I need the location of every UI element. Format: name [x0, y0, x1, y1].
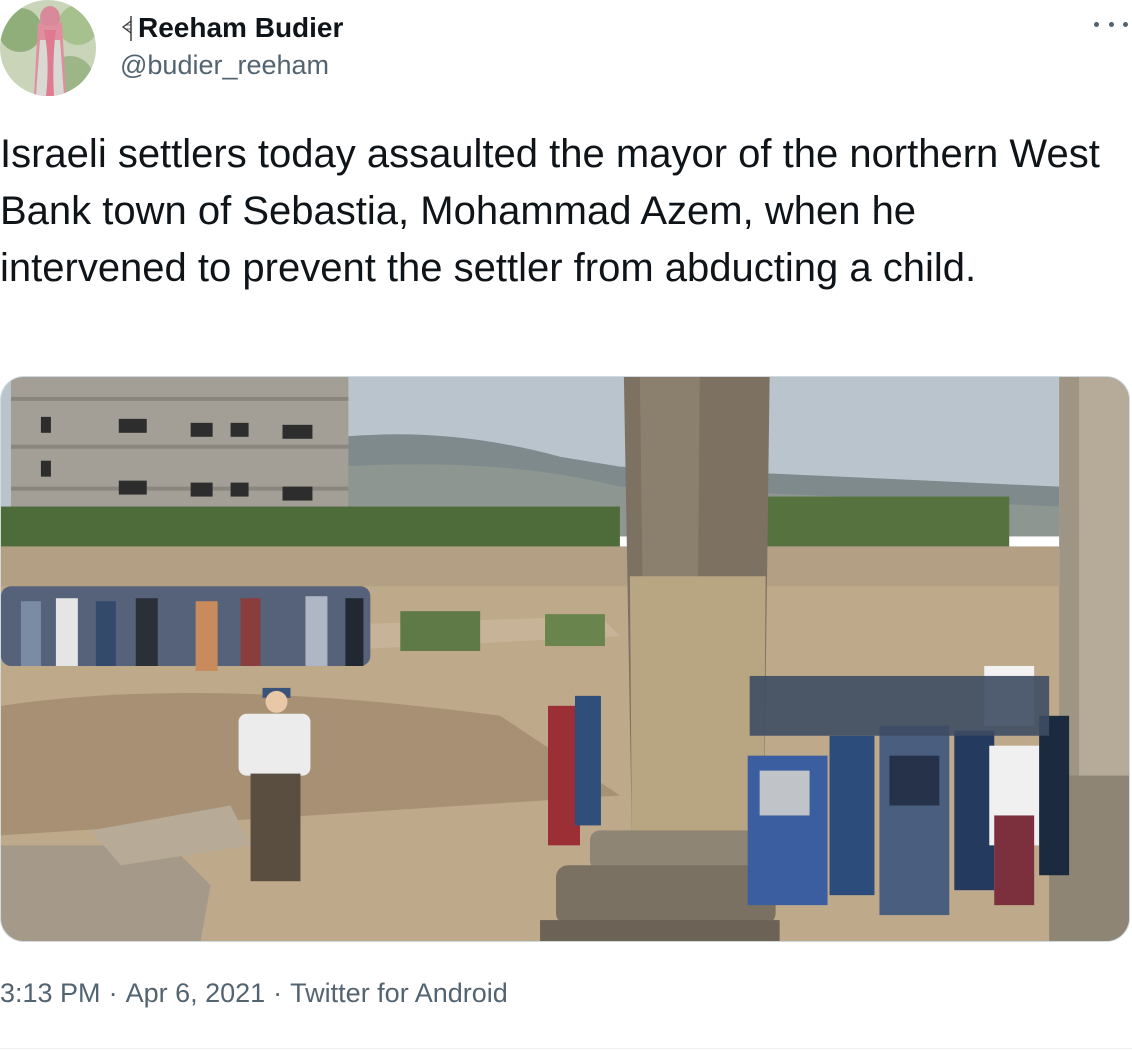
tweet-date[interactable]: Apr 6, 2021: [126, 978, 266, 1009]
divider: [0, 1048, 1132, 1049]
tweet-photo[interactable]: [0, 376, 1130, 942]
palestine-flag-icon: [120, 13, 134, 43]
meta-separator: ·: [108, 978, 118, 1008]
avatar-image: [0, 0, 96, 96]
author-handle[interactable]: @budier_reeham: [120, 50, 329, 81]
tweet-meta: 3:13 PM · Apr 6, 2021 · Twitter for Andr…: [0, 978, 508, 1009]
author-display-name[interactable]: Reeham Budier: [138, 12, 343, 44]
tweet-source-link[interactable]: Twitter for Android: [290, 978, 508, 1009]
avatar[interactable]: [0, 0, 96, 96]
photo-scene: [1, 377, 1129, 941]
tweet-time[interactable]: 3:13 PM: [0, 978, 101, 1009]
tweet-text: Israeli settlers today assaulted the may…: [0, 132, 1100, 290]
more-dots-icon[interactable]: [1094, 12, 1128, 36]
author-name-row[interactable]: Reeham Budier: [120, 10, 343, 46]
meta-separator: ·: [273, 978, 283, 1008]
